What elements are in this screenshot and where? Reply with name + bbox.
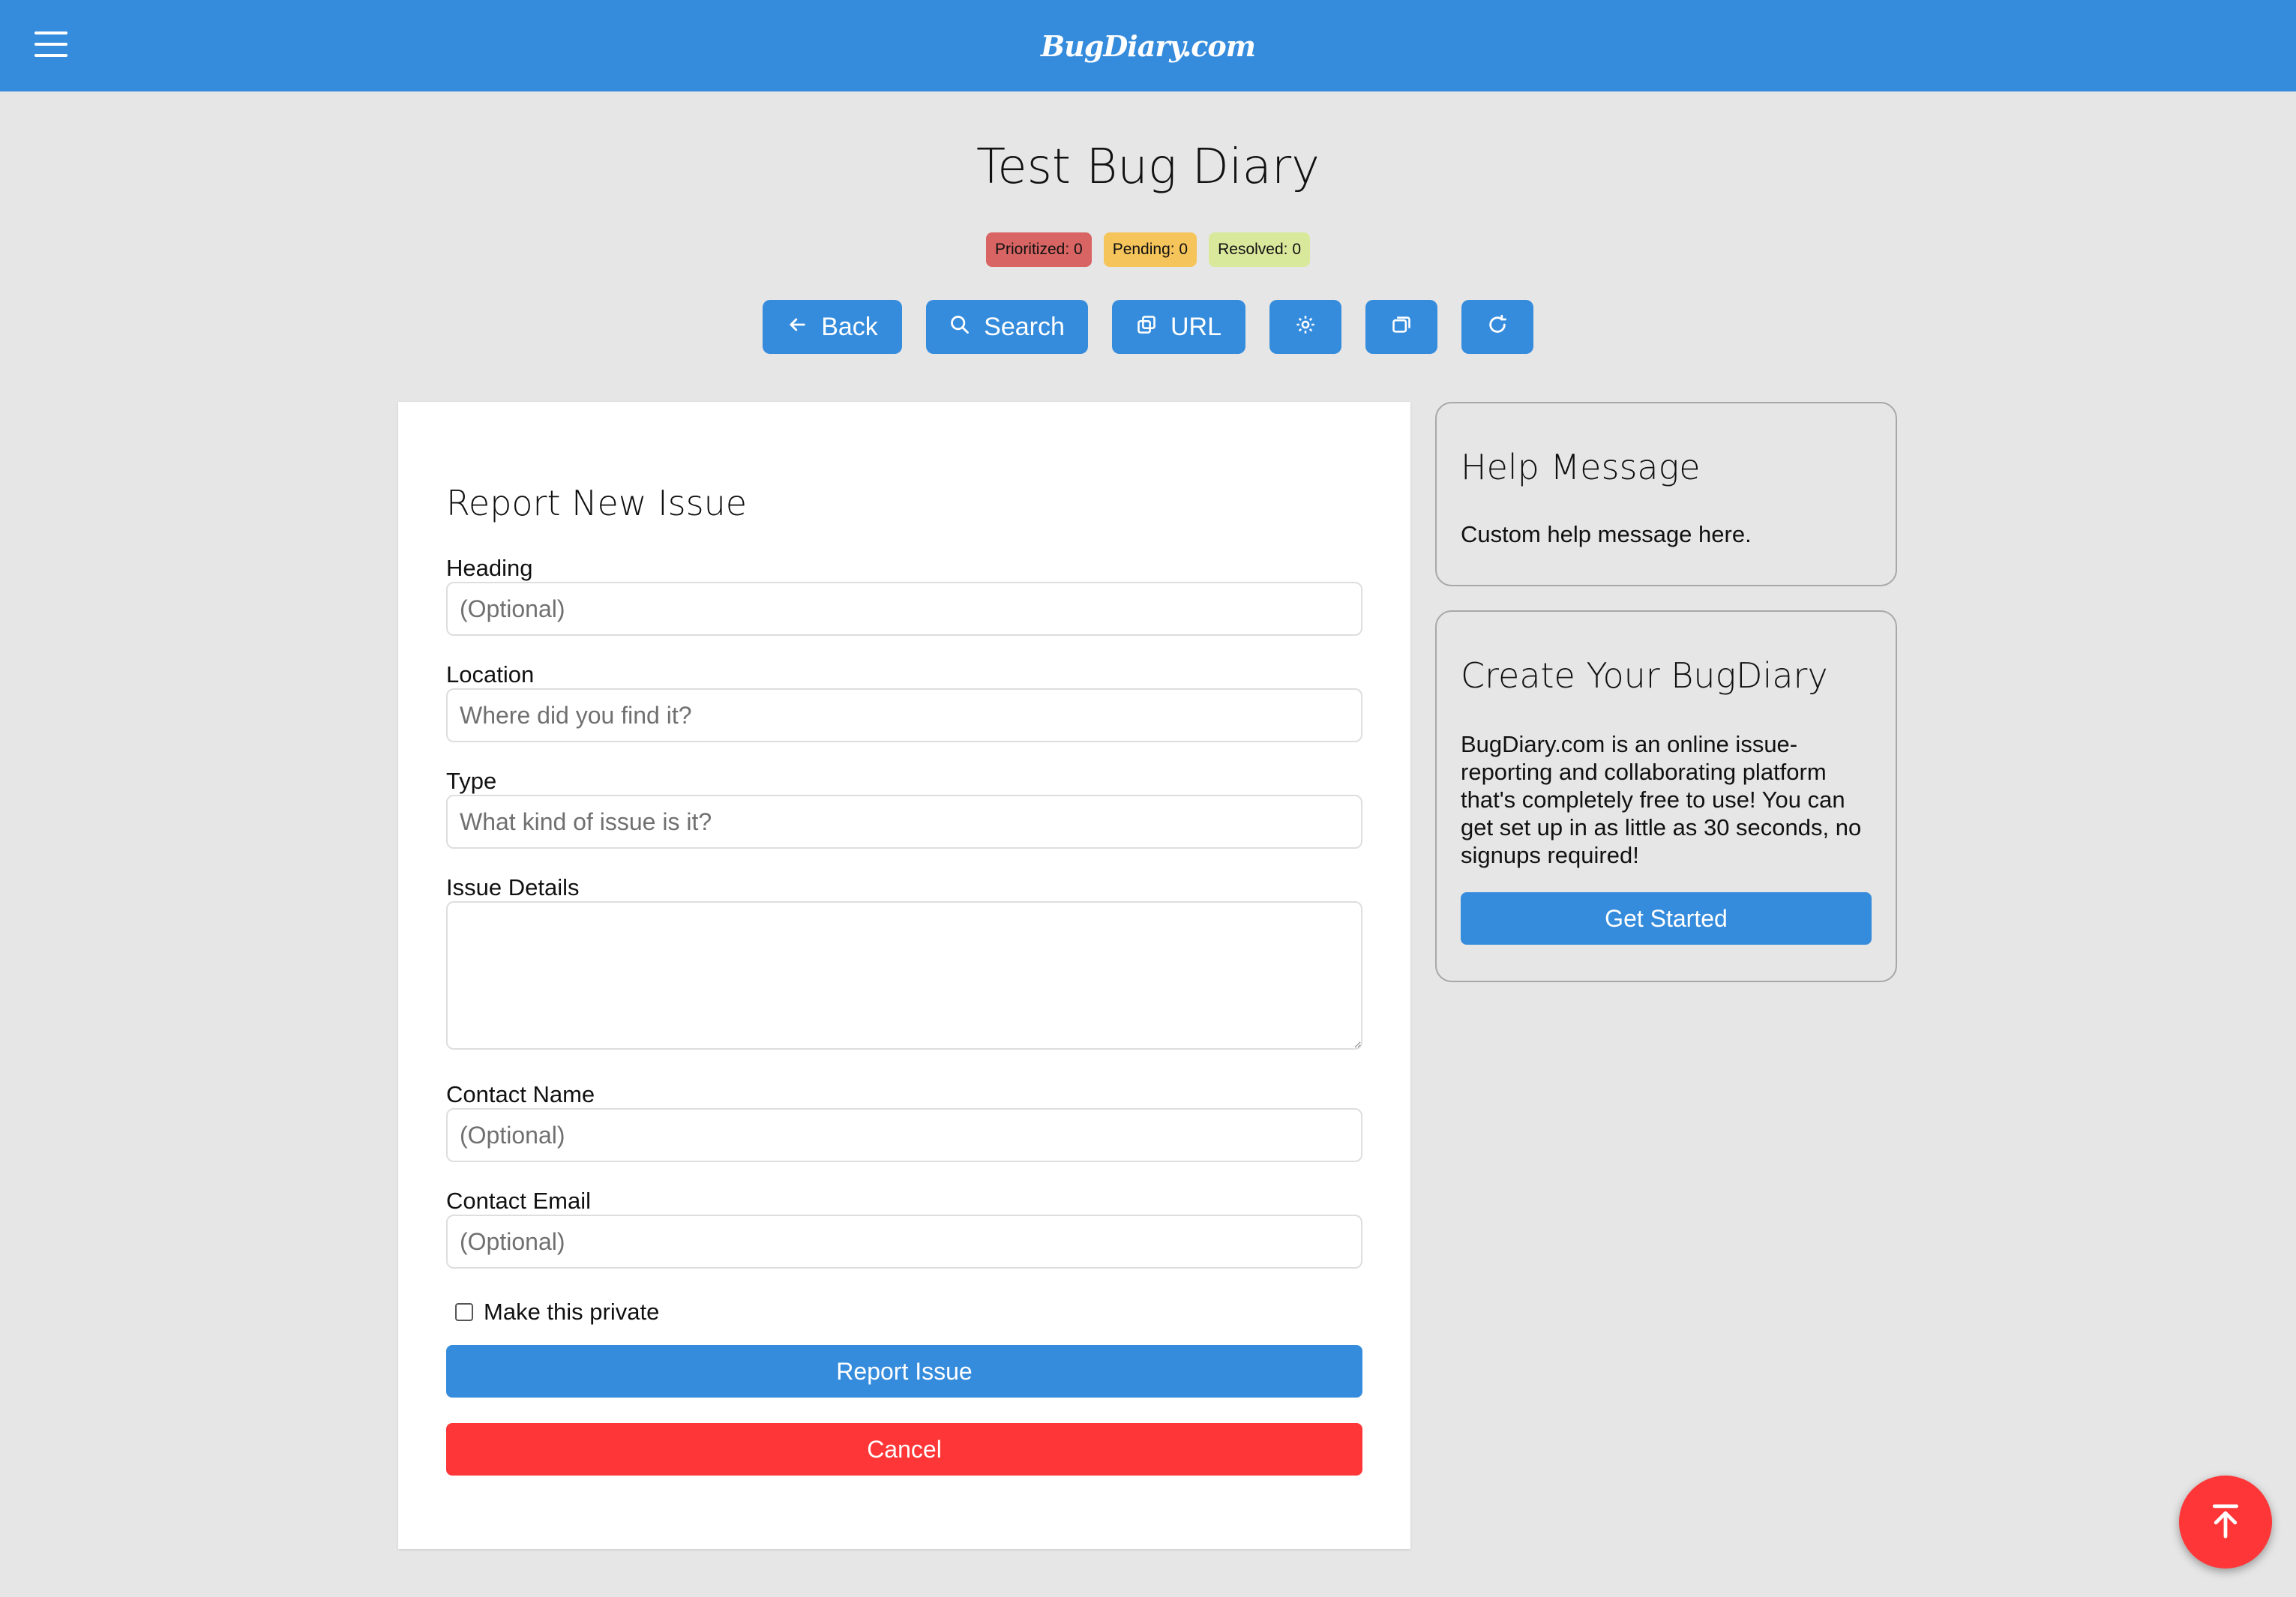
contact-email-input[interactable] xyxy=(446,1215,1362,1269)
toolbar: Back Search URL xyxy=(0,300,2296,354)
prioritized-badge: Prioritized: 0 xyxy=(985,232,1092,267)
cancel-button[interactable]: Cancel xyxy=(446,1423,1362,1476)
heading-label: Heading xyxy=(446,555,533,581)
window-icon xyxy=(1391,313,1412,342)
help-title: Help Message xyxy=(1461,447,1701,487)
back-label: Back xyxy=(821,312,878,341)
promo-text: BugDiary.com is an online issue-reportin… xyxy=(1461,731,1862,868)
arrow-left-icon xyxy=(787,313,808,342)
private-checkbox[interactable] xyxy=(455,1303,473,1321)
get-started-button[interactable]: Get Started xyxy=(1461,892,1872,945)
location-label: Location xyxy=(446,661,535,688)
status-badges: Prioritized: 0 Pending: 0 Resolved: 0 xyxy=(0,232,2296,267)
gear-icon xyxy=(1295,313,1316,342)
hamburger-menu-icon[interactable] xyxy=(34,31,67,57)
location-input[interactable] xyxy=(446,688,1362,742)
heading-input[interactable] xyxy=(446,582,1362,636)
copy-icon xyxy=(1136,313,1157,342)
refresh-icon xyxy=(1487,313,1508,342)
settings-button[interactable] xyxy=(1269,300,1341,354)
back-button[interactable]: Back xyxy=(763,300,902,354)
pending-badge: Pending: 0 xyxy=(1103,232,1197,267)
url-button[interactable]: URL xyxy=(1112,300,1245,354)
help-text: Custom help message here. xyxy=(1461,521,1752,547)
private-option: Make this private xyxy=(455,1299,659,1326)
new-window-button[interactable] xyxy=(1365,300,1437,354)
help-message-card: Help Message Custom help message here. xyxy=(1435,402,1897,586)
refresh-button[interactable] xyxy=(1461,300,1533,354)
scroll-to-top-icon xyxy=(2209,1503,2242,1542)
url-label: URL xyxy=(1170,312,1222,341)
report-issue-button[interactable]: Report Issue xyxy=(446,1345,1362,1398)
report-issue-card: Report New Issue Heading Location Type I… xyxy=(398,402,1410,1549)
form-heading: Report New Issue xyxy=(446,483,748,523)
scroll-to-top-button[interactable] xyxy=(2179,1476,2272,1569)
create-bugdiary-card: Create Your BugDiary BugDiary.com is an … xyxy=(1435,610,1897,982)
contact-name-label: Contact Name xyxy=(446,1081,595,1107)
private-label[interactable]: Make this private xyxy=(484,1299,659,1326)
type-label: Type xyxy=(446,768,497,794)
issue-details-label: Issue Details xyxy=(446,874,580,900)
resolved-badge: Resolved: 0 xyxy=(1209,232,1311,267)
page-title: Test Bug Diary xyxy=(976,139,1320,195)
contact-name-input[interactable] xyxy=(446,1108,1362,1162)
issue-details-textarea[interactable] xyxy=(446,901,1362,1050)
search-label: Search xyxy=(984,312,1065,341)
contact-email-label: Contact Email xyxy=(446,1188,591,1214)
promo-title: Create Your BugDiary xyxy=(1461,655,1828,696)
search-icon xyxy=(949,313,970,342)
search-button[interactable]: Search xyxy=(926,300,1088,354)
type-input[interactable] xyxy=(446,795,1362,849)
brand-logo[interactable]: BugDiary.com xyxy=(1041,29,1256,63)
top-navbar: BugDiary.com xyxy=(0,0,2296,91)
